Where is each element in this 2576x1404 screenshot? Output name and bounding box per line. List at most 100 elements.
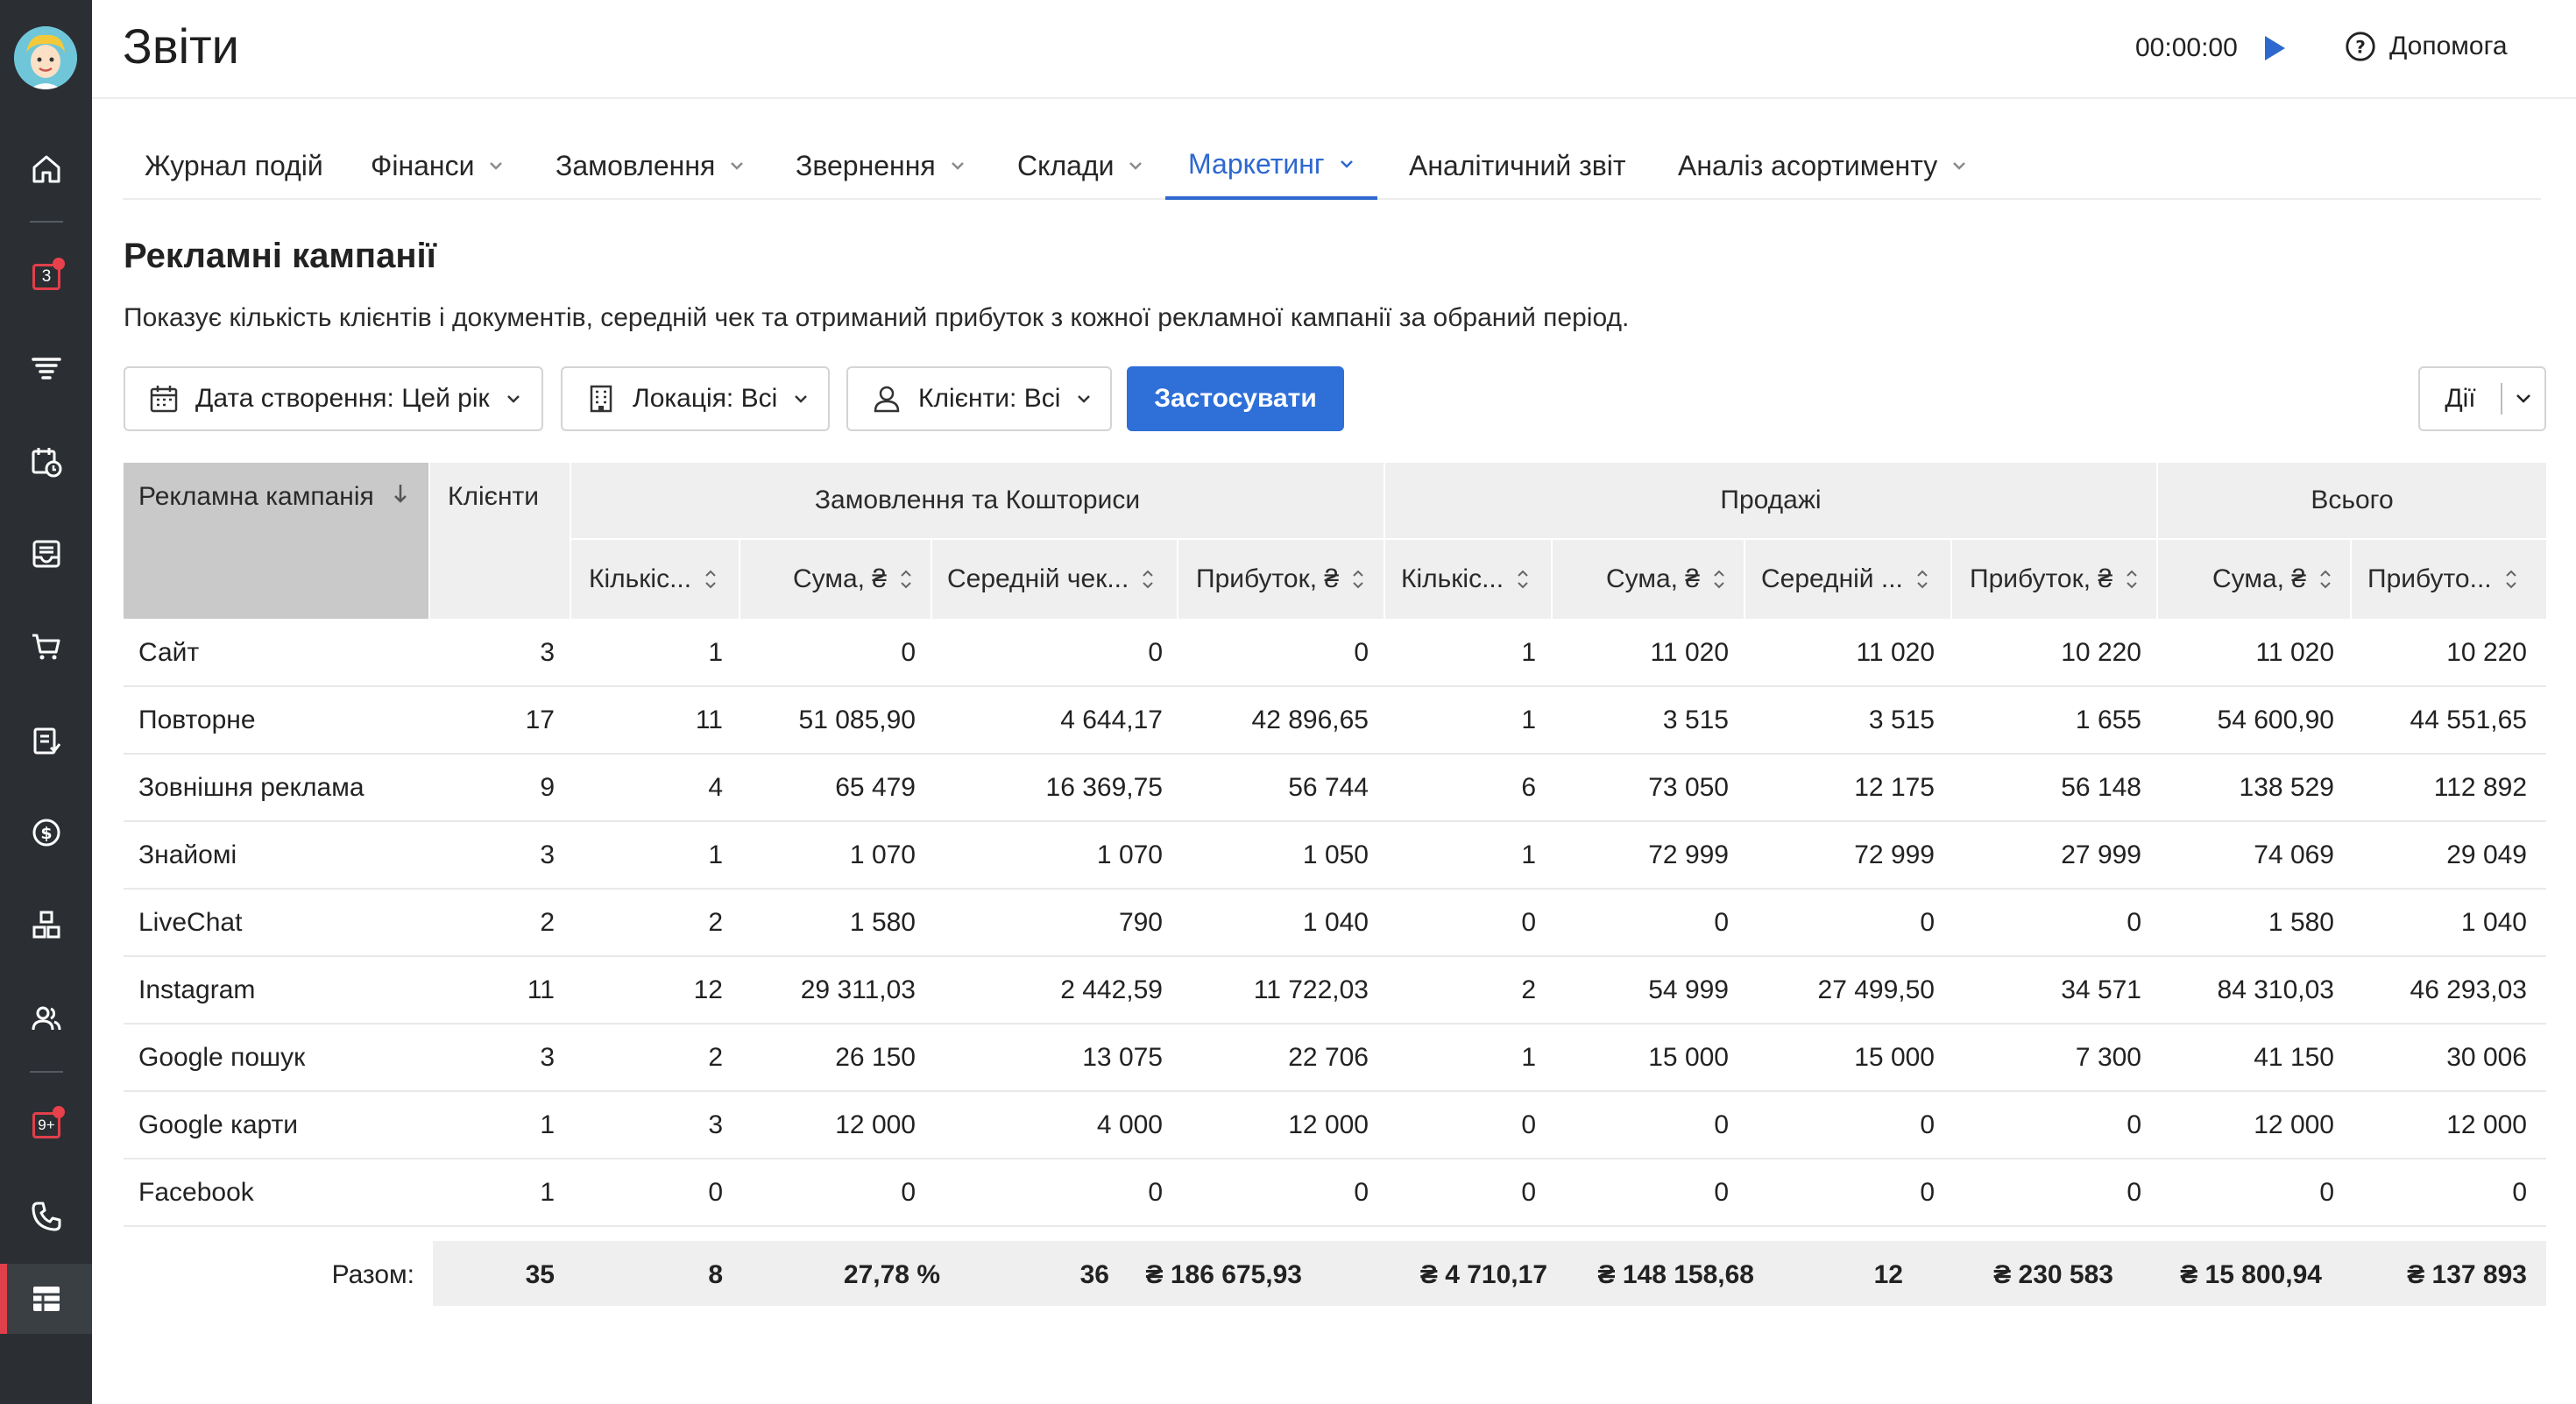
clients-filter[interactable]: Клієнти: Всі	[846, 366, 1112, 431]
table-cell: 13 075	[1082, 1043, 1163, 1072]
date-filter[interactable]: Дата створення: Цей рік	[124, 366, 543, 431]
table-cell: 2	[708, 908, 723, 937]
sidebar-item-inbox[interactable]	[0, 519, 92, 589]
sidebar-item-home[interactable]	[0, 134, 92, 204]
table-cell: 41 150	[2254, 1043, 2334, 1072]
sidebar-item-notifications[interactable]: 9+	[0, 1090, 92, 1160]
sort-icon	[2320, 570, 2331, 589]
tab-orders[interactable]: Замовлення	[556, 131, 745, 200]
actions-dropdown[interactable]: Дії	[2418, 366, 2546, 431]
chevron-down-icon	[1129, 162, 1143, 170]
campaign-name-cell[interactable]: Instagram	[138, 975, 255, 1005]
play-icon[interactable]	[2261, 33, 2288, 63]
campaign-name-cell[interactable]: Google карти	[138, 1110, 298, 1140]
table-cell: 3	[540, 1043, 555, 1072]
column-sales-profit[interactable]: Прибуток, ₴	[1952, 540, 2158, 619]
table-cell: 12 175	[1854, 773, 1935, 802]
help-label: Допомога	[2389, 32, 2508, 60]
sidebar-item-phone[interactable]	[0, 1181, 92, 1252]
table-cell: 1 050	[1302, 840, 1369, 869]
help-button[interactable]: ? Допомога	[2344, 30, 2508, 63]
sidebar-item-warehouse[interactable]	[0, 890, 92, 961]
apply-button[interactable]: Застосувати	[1127, 366, 1344, 431]
table-cell: 0	[1521, 908, 1536, 937]
column-orders-profit[interactable]: Прибуток, ₴	[1178, 540, 1385, 619]
table-cell: 4 000	[1096, 1110, 1163, 1139]
column-campaign[interactable]: Рекламна кампанія	[124, 463, 430, 619]
building-icon	[590, 385, 612, 413]
svg-text:$: $	[40, 824, 52, 843]
tab-assortment-analysis[interactable]: Аналіз асортименту	[1678, 131, 1967, 200]
sidebar-item-finance[interactable]: $	[0, 798, 92, 868]
boxes-icon	[32, 911, 60, 939]
report-tabs: Журнал подій Фінанси Замовлення Зверненн…	[123, 131, 2541, 200]
column-orders-avg[interactable]: Середній чек...	[932, 540, 1178, 619]
column-orders-sum[interactable]: Сума, ₴	[740, 540, 932, 619]
notification-dot	[53, 258, 65, 270]
column-sales-sum[interactable]: Сума, ₴	[1553, 540, 1745, 619]
row-divider	[124, 1090, 2546, 1092]
chevron-down-icon	[1078, 395, 1091, 403]
tab-event-log[interactable]: Журнал подій	[145, 131, 323, 200]
svg-text:?: ?	[2355, 37, 2366, 58]
tab-label: Склади	[1017, 149, 1115, 181]
campaign-name-cell[interactable]: Google пошук	[138, 1043, 305, 1073]
column-sales-count[interactable]: Кількіс...	[1385, 540, 1553, 619]
tab-finance[interactable]: Фінанси	[371, 131, 504, 200]
table-cell: 138 529	[2239, 773, 2334, 802]
column-clients[interactable]: Клієнти	[430, 463, 571, 619]
table-cell: 1	[540, 1110, 555, 1139]
campaign-name-cell[interactable]: Зовнішня реклама	[138, 773, 364, 803]
table-cell: 3	[708, 1110, 723, 1139]
tab-requests[interactable]: Звернення	[796, 131, 966, 200]
sidebar-item-reports[interactable]	[0, 1264, 92, 1334]
campaign-name-cell[interactable]: Facebook	[138, 1178, 254, 1208]
campaign-name-cell[interactable]: Знайомі	[138, 840, 237, 870]
table-cell: 0	[901, 1178, 916, 1207]
sort-icon	[2127, 570, 2137, 589]
totals-cell: ₴ 15 800,94	[2180, 1260, 2322, 1289]
column-label: Клієнти	[448, 482, 540, 511]
sidebar-item-tasks[interactable]	[0, 706, 92, 776]
table-cell: 72 999	[1648, 840, 1729, 869]
campaign-name-cell[interactable]: Сайт	[138, 638, 199, 668]
totals-cell: ₴ 4 710,17	[1419, 1260, 1547, 1289]
sidebar-item-schedule[interactable]	[0, 427, 92, 497]
tab-analytics-report[interactable]: Аналітичний звіт	[1409, 131, 1626, 200]
table-cell: 3	[540, 840, 555, 869]
column-total-sum[interactable]: Сума, ₴	[2158, 540, 2352, 619]
table-cell: 1 070	[849, 840, 916, 869]
avatar[interactable]	[14, 26, 77, 89]
column-sales-avg[interactable]: Середній ...	[1745, 540, 1952, 619]
table-cell: 0	[708, 1178, 723, 1207]
row-divider	[124, 685, 2546, 687]
column-orders-count[interactable]: Кількіс...	[571, 540, 740, 619]
campaign-name-cell[interactable]: Повторне	[138, 706, 256, 735]
tab-warehouses[interactable]: Склади	[1017, 131, 1143, 200]
active-indicator	[0, 1264, 7, 1334]
row-divider	[124, 1225, 2546, 1227]
row-divider	[124, 1158, 2546, 1159]
column-total-profit[interactable]: Прибуто...	[2352, 540, 2546, 619]
table-cell: 29 311,03	[800, 975, 916, 1004]
table-cell: 11	[527, 975, 555, 1004]
sidebar-item-shop[interactable]	[0, 612, 92, 682]
date-filter-label: Дата створення: Цей рік	[195, 384, 490, 413]
location-filter[interactable]: Локація: Всі	[561, 366, 830, 431]
table-cell: 2	[708, 1043, 723, 1072]
sidebar-item-funnel[interactable]	[0, 333, 92, 403]
column-label: Прибуто...	[2367, 564, 2492, 593]
table-cell: 1 580	[849, 908, 916, 937]
sidebar-item-calendar[interactable]: 3	[0, 242, 92, 312]
table-cell: 1	[1521, 638, 1536, 667]
sidebar-item-clients[interactable]	[0, 983, 92, 1053]
tab-marketing[interactable]: Маркетинг	[1165, 131, 1377, 200]
sort-icon	[1353, 570, 1363, 589]
table-cell: 17	[525, 706, 555, 734]
campaign-name-cell[interactable]: LiveChat	[138, 908, 242, 938]
table-cell: 12 000	[835, 1110, 916, 1139]
page-title: Звіти	[123, 18, 239, 74]
row-divider	[124, 820, 2546, 822]
table-cell: 84 310,03	[2217, 975, 2334, 1004]
dollar-icon: $	[32, 819, 60, 847]
